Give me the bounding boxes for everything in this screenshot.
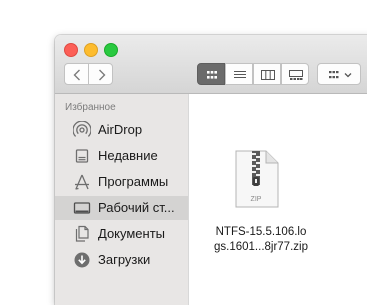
- file-list-area: ZIP NTFS-15.5.106.lo gs.1601...8jr77.zip: [189, 94, 367, 305]
- chevron-right-icon: [99, 69, 106, 81]
- gallery-view-button[interactable]: [281, 63, 309, 85]
- list-view-button[interactable]: [225, 63, 253, 85]
- toolbar: [55, 35, 367, 94]
- sidebar-item-airdrop[interactable]: AirDrop: [55, 118, 188, 142]
- file-name: NTFS-15.5.106.lo gs.1601...8jr77.zip: [196, 225, 326, 255]
- file-name-line-2: gs.1601...8jr77.zip: [214, 241, 308, 253]
- column-view-button[interactable]: [253, 63, 281, 85]
- sidebar: Избранное AirDrop Недавние Программы Раб…: [55, 94, 189, 305]
- icon-view-button[interactable]: [197, 63, 225, 85]
- sidebar-item-label: Рабочий ст...: [98, 200, 175, 215]
- sidebar-item-label: Недавние: [98, 148, 158, 163]
- minimize-button[interactable]: [84, 43, 98, 57]
- sidebar-item-label: AirDrop: [98, 122, 143, 137]
- documents-icon: [75, 225, 89, 242]
- zoom-button[interactable]: [104, 43, 118, 57]
- airdrop-icon: [73, 121, 91, 137]
- file-name-line-1: NTFS-15.5.106.lo: [215, 226, 307, 238]
- list-icon: [234, 71, 246, 78]
- sidebar-item-downloads[interactable]: Загрузки: [55, 248, 188, 272]
- sidebar-item-desktop[interactable]: Рабочий ст...: [55, 196, 188, 220]
- favorites-section-title: Избранное: [65, 102, 116, 113]
- recents-icon: [75, 149, 89, 163]
- downloads-icon: [74, 252, 90, 268]
- applications-icon: [75, 174, 89, 190]
- sidebar-item-documents[interactable]: Документы: [55, 222, 188, 246]
- grid-dropdown-icon: [329, 71, 352, 79]
- sidebar-item-label: Загрузки: [98, 252, 151, 267]
- finder-window: Избранное AirDrop Недавние Программы Раб…: [55, 35, 367, 305]
- close-button[interactable]: [64, 43, 78, 57]
- view-mode-control: [197, 63, 309, 85]
- navigation-buttons: [64, 63, 113, 85]
- sidebar-item-label: Программы: [98, 174, 169, 189]
- gallery-icon: [289, 70, 303, 80]
- chevron-left-icon: [73, 69, 80, 81]
- back-button[interactable]: [64, 63, 89, 85]
- forward-button[interactable]: [88, 63, 113, 85]
- desktop-icon: [73, 202, 91, 214]
- zip-badge-text: ZIP: [251, 196, 262, 203]
- sidebar-item-recents[interactable]: Недавние: [55, 144, 188, 168]
- sidebar-item-label: Документы: [98, 226, 166, 241]
- sidebar-item-applications[interactable]: Программы: [55, 170, 188, 194]
- group-by-dropdown[interactable]: [317, 63, 361, 85]
- columns-icon: [261, 70, 275, 80]
- zip-archive-icon: ZIP: [235, 150, 279, 208]
- icon-grid-icon: [207, 71, 217, 79]
